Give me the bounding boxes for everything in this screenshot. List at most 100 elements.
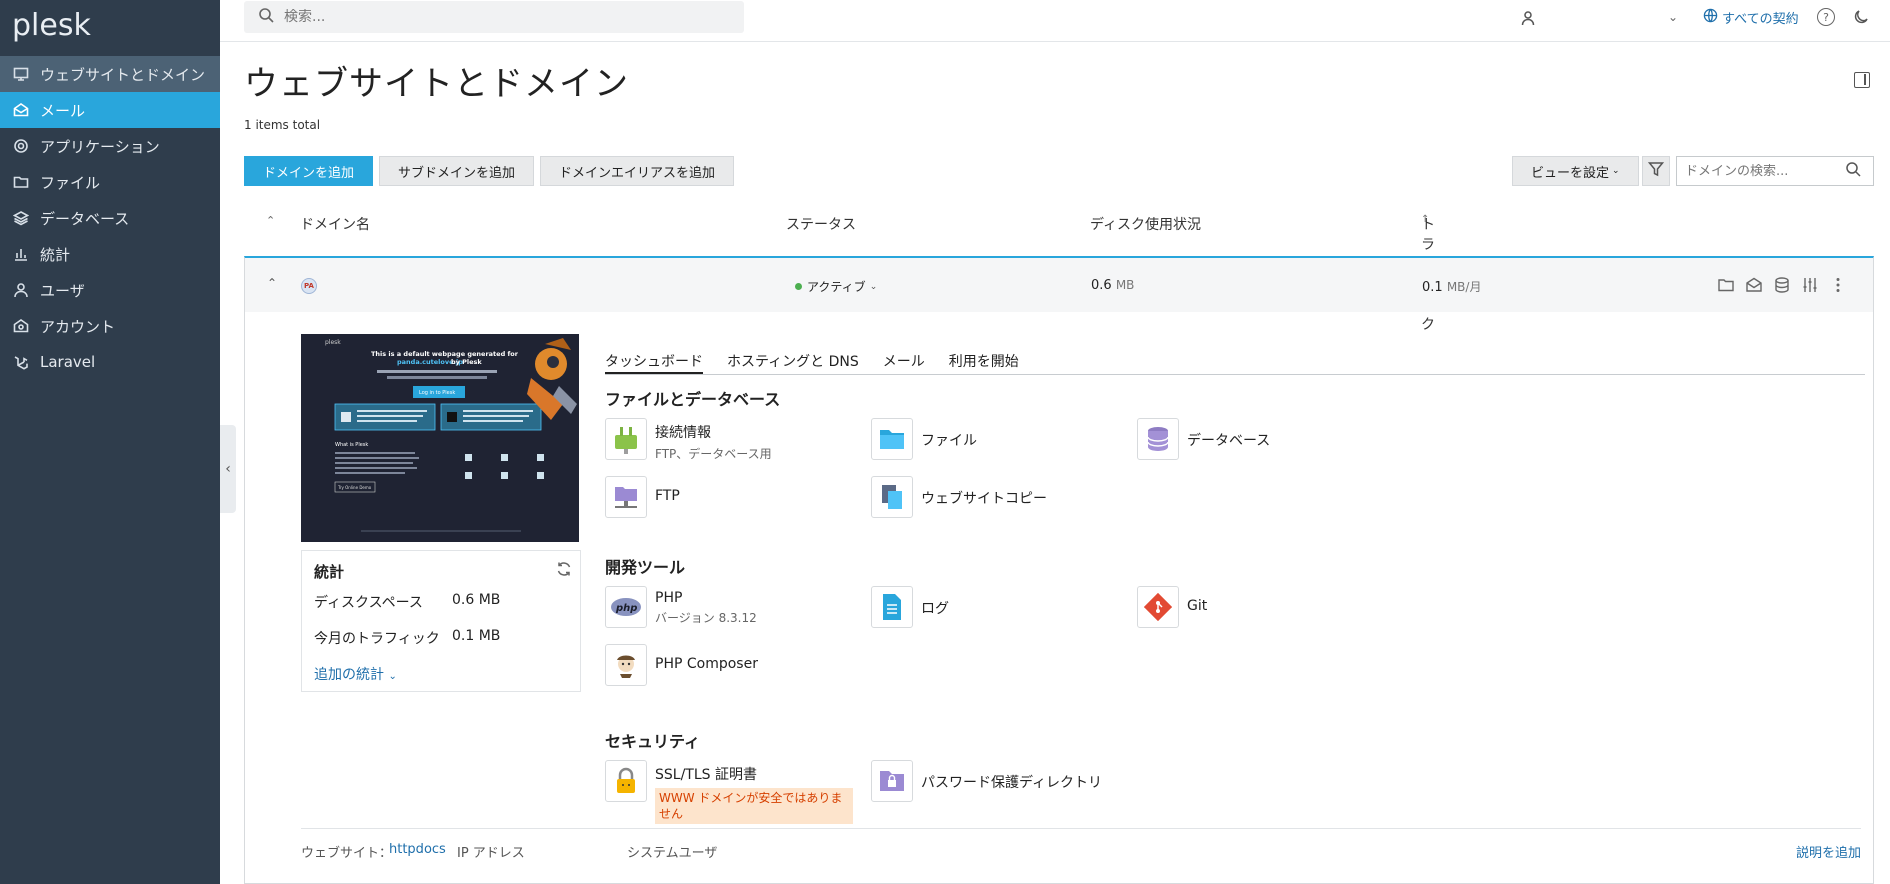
tool-label: ログ bbox=[921, 601, 949, 617]
settings-sliders-icon[interactable] bbox=[1801, 276, 1819, 298]
dark-mode-icon[interactable] bbox=[1852, 8, 1870, 30]
tool-sublabel: バージョン 8.3.12 bbox=[655, 611, 757, 625]
filter-button[interactable] bbox=[1642, 156, 1670, 186]
refresh-icon[interactable] bbox=[556, 561, 572, 581]
search-input[interactable] bbox=[284, 9, 724, 25]
tool-password-protected-directories[interactable]: パスワード保護ディレクトリ bbox=[871, 760, 1102, 802]
traffic-value: 0.1 MB/月 bbox=[1422, 280, 1482, 295]
chevron-down-icon[interactable]: ⌄ bbox=[1668, 10, 1678, 24]
preview-what-is: What is Plesk bbox=[335, 442, 368, 448]
sidebar-item-files[interactable]: ファイル bbox=[0, 164, 220, 200]
sidebar-item-users[interactable]: ユーザ bbox=[0, 272, 220, 308]
column-status[interactable]: ステータス bbox=[786, 214, 856, 234]
expand-all-icon[interactable]: ⌃ bbox=[266, 214, 275, 227]
tool-ftp[interactable]: FTP bbox=[605, 476, 680, 518]
all-subscriptions-link[interactable]: すべての契約 bbox=[1703, 8, 1799, 27]
domain-search-field[interactable] bbox=[1676, 156, 1874, 186]
log-file-icon bbox=[871, 586, 913, 628]
tab-mail[interactable]: メール bbox=[883, 351, 925, 374]
sidebar-item-applications[interactable]: アプリケーション bbox=[0, 128, 220, 164]
preview-by: by Plesk bbox=[451, 358, 482, 366]
tool-git[interactable]: Git bbox=[1137, 586, 1207, 628]
top-bar: ⌄ すべての契約 ? bbox=[220, 0, 1890, 42]
list-header: ⌃ ドメイン名 ステータス ディスク使用状況 トラフィック ↑ bbox=[266, 214, 1435, 333]
domain-tabs: タッシュボード ホスティングと DNS メール 利用を開始 bbox=[605, 351, 1865, 375]
sidebar-collapse-button[interactable]: ‹ bbox=[220, 425, 236, 513]
add-domain-alias-button[interactable]: ドメインエイリアスを追加 bbox=[540, 156, 735, 186]
more-stats-link[interactable]: 追加の統計 ⌄ bbox=[314, 664, 568, 684]
chevron-down-icon: ⌄ bbox=[869, 281, 878, 292]
column-disk-usage[interactable]: ディスク使用状況 bbox=[1090, 214, 1201, 234]
sidebar-item-websites-domains[interactable]: ウェブサイトとドメイン bbox=[0, 56, 220, 92]
table-row[interactable]: ⌃ PA アクティブ ⌄ 0.6 MB 0.1 MB/月 bbox=[245, 258, 1873, 312]
plesk-logo[interactable]: plesk bbox=[0, 0, 220, 56]
sidebar-item-account[interactable]: アカウント bbox=[0, 308, 220, 344]
composer-icon bbox=[605, 644, 647, 686]
tab-get-started[interactable]: 利用を開始 bbox=[949, 351, 1019, 374]
svg-text:php: php bbox=[615, 603, 637, 614]
account-icon bbox=[12, 317, 30, 335]
sidebar-item-laravel[interactable]: Laravel bbox=[0, 344, 220, 380]
help-icon[interactable]: ? bbox=[1817, 8, 1835, 26]
add-subdomain-button[interactable]: サブドメインを追加 bbox=[379, 156, 535, 186]
tool-php-composer[interactable]: PHP Composer bbox=[605, 644, 758, 686]
preview-image: plesk This is a default webpage generate… bbox=[301, 334, 579, 542]
user-icon bbox=[1520, 10, 1536, 30]
add-domain-button[interactable]: ドメインを追加 bbox=[244, 156, 374, 186]
sidebar: plesk ウェブサイトとドメイン メール アプリケーション ファイル データベ… bbox=[0, 0, 220, 884]
laravel-icon bbox=[12, 353, 30, 371]
section-security: セキュリティ bbox=[605, 732, 701, 751]
tool-databases[interactable]: データベース bbox=[1137, 418, 1270, 460]
sidebar-item-mail[interactable]: メール bbox=[0, 92, 220, 128]
database-icon[interactable] bbox=[1773, 276, 1791, 298]
database-icon bbox=[1137, 418, 1179, 460]
tool-logs[interactable]: ログ bbox=[871, 586, 949, 628]
website-preview-thumbnail[interactable]: plesk This is a default webpage generate… bbox=[301, 334, 579, 542]
tool-sublabel: FTP、データベース用 bbox=[655, 447, 772, 461]
side-panel-toggle-icon[interactable] bbox=[1854, 72, 1870, 88]
collapse-icon[interactable]: ⌃ bbox=[267, 276, 277, 290]
tool-label: 接続情報 bbox=[655, 425, 711, 441]
view-settings-button[interactable]: ビューを設定 ⌄ bbox=[1512, 156, 1639, 186]
folder-icon[interactable] bbox=[1717, 276, 1735, 298]
tool-website-copy[interactable]: ウェブサイトコピー bbox=[871, 476, 1047, 518]
tab-hosting-dns[interactable]: ホスティングと DNS bbox=[727, 351, 859, 374]
folder-icon bbox=[871, 418, 913, 460]
domain-card: ⌃ PA アクティブ ⌄ 0.6 MB 0.1 MB/月 plesk This … bbox=[244, 256, 1874, 884]
domain-search-input[interactable] bbox=[1685, 163, 1845, 179]
copy-icon bbox=[871, 476, 913, 518]
user-menu[interactable] bbox=[1520, 10, 1536, 30]
sidebar-item-statistics[interactable]: 統計 bbox=[0, 236, 220, 272]
search-icon[interactable] bbox=[1845, 161, 1861, 181]
tool-label: データベース bbox=[1187, 433, 1271, 449]
tool-ssl-certificates[interactable]: SSL/TLS 証明書 WWW ドメインが安全ではありません bbox=[605, 760, 853, 824]
tool-files[interactable]: ファイル bbox=[871, 418, 977, 460]
more-vertical-icon[interactable] bbox=[1829, 276, 1847, 298]
website-root-link[interactable]: httpdocs bbox=[389, 842, 446, 857]
tool-label: SSL/TLS 証明書 bbox=[655, 767, 757, 783]
mail-icon[interactable] bbox=[1745, 276, 1763, 298]
monitor-icon bbox=[12, 65, 30, 83]
ssl-warning-badge[interactable]: WWW ドメインが安全ではありません bbox=[655, 788, 853, 824]
global-search[interactable] bbox=[244, 1, 744, 33]
filter-icon bbox=[1647, 161, 1665, 181]
tool-label: ファイル bbox=[921, 433, 977, 449]
lock-icon bbox=[605, 760, 647, 802]
system-user-label: システムユーザ bbox=[627, 846, 718, 861]
column-domain-name[interactable]: ドメイン名 bbox=[300, 214, 370, 234]
add-description-link[interactable]: 説明を追加 bbox=[1796, 842, 1861, 861]
status-dot bbox=[795, 283, 802, 290]
bar-chart-icon bbox=[12, 245, 30, 263]
tool-connection-info[interactable]: 接続情報 FTP、データベース用 bbox=[605, 418, 772, 462]
status-badge[interactable]: アクティブ ⌄ bbox=[795, 278, 877, 295]
ip-address-label: IP アドレス bbox=[457, 846, 525, 861]
tool-label: パスワード保護ディレクトリ bbox=[921, 775, 1103, 791]
sidebar-item-databases[interactable]: データベース bbox=[0, 200, 220, 236]
chevron-down-icon: ⌄ bbox=[1612, 166, 1620, 176]
tool-label: Git bbox=[1187, 598, 1208, 614]
stat-monthly-traffic: 今月のトラフィック 0.1 MB bbox=[314, 628, 501, 647]
tab-dashboard[interactable]: タッシュボード bbox=[605, 351, 703, 374]
tool-php[interactable]: php PHP バージョン 8.3.12 bbox=[605, 586, 757, 628]
page-title: ウェブサイトとドメイン bbox=[244, 64, 629, 104]
ftp-folder-icon bbox=[605, 476, 647, 518]
